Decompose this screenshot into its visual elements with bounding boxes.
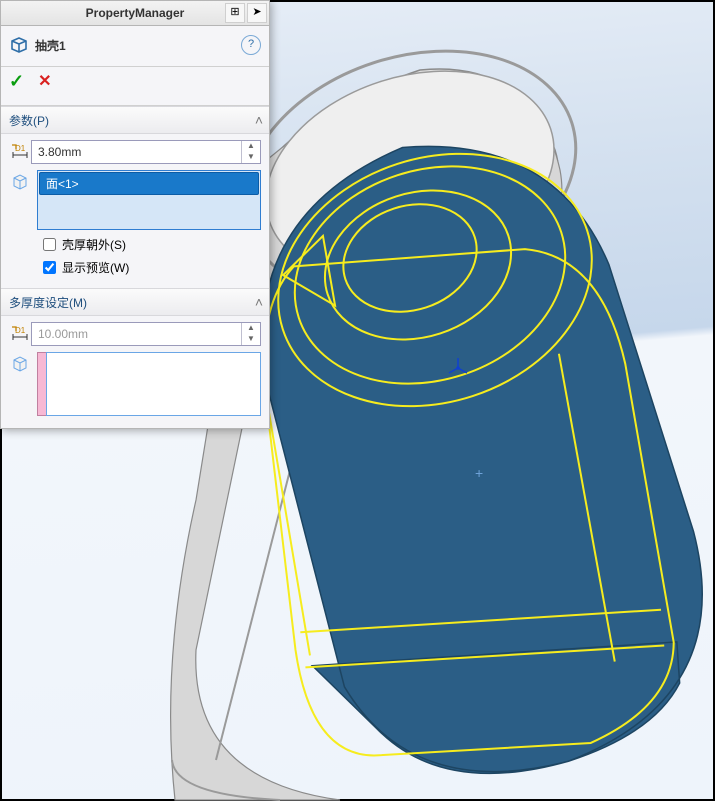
confirm-row: ✓ ✕	[1, 67, 269, 106]
spin-up-icon[interactable]: ▲	[242, 141, 260, 152]
cancel-button[interactable]: ✕	[38, 71, 51, 97]
help-button[interactable]: ?	[241, 35, 261, 55]
faces-remove-list[interactable]: 面<1>	[37, 170, 261, 230]
section-header-multi[interactable]: 多厚度设定(M) ˄	[1, 288, 269, 316]
feature-header: 抽壳1 ?	[1, 26, 269, 67]
section-body-multi: D1 10.00mm ▲ ▼	[1, 316, 269, 428]
spin-down-icon[interactable]: ▼	[242, 334, 260, 345]
thickness-input[interactable]: 3.80mm ▲ ▼	[31, 140, 261, 164]
thickness-value: 3.80mm	[38, 145, 81, 159]
point-marker: +	[475, 465, 483, 481]
pin-icon[interactable]: ➤	[247, 3, 267, 23]
show-preview-label: 显示预览(W)	[62, 259, 129, 276]
chevron-up-icon[interactable]: ˄	[255, 112, 263, 128]
multi-thickness-input[interactable]: 10.00mm ▲ ▼	[31, 322, 261, 346]
show-preview-checkbox[interactable]	[43, 261, 56, 274]
shell-outward-checkbox[interactable]	[43, 238, 56, 251]
chevron-up-icon[interactable]: ˄	[255, 294, 263, 310]
list-item[interactable]: 面<1>	[39, 172, 259, 195]
panel-header: PropertyManager ⊞ ➤	[1, 1, 269, 26]
feature-name: 抽壳1	[35, 37, 66, 54]
section-title-params: 参数(P)	[9, 112, 49, 129]
section-title-multi: 多厚度设定(M)	[9, 294, 87, 311]
multi-thickness-value: 10.00mm	[38, 327, 88, 341]
spin-up-icon[interactable]: ▲	[242, 323, 260, 334]
shell-icon	[9, 35, 29, 55]
flyout-icon[interactable]: ⊞	[225, 3, 245, 23]
multi-faces-list[interactable]	[46, 352, 261, 416]
section-header-params[interactable]: 参数(P) ˄	[1, 106, 269, 134]
property-manager-panel: PropertyManager ⊞ ➤ 抽壳1 ? ✓ ✕ 参数(P) ˄ D1	[0, 0, 270, 429]
multi-thickness-dim-icon: D1	[9, 323, 31, 345]
multi-faces-marker	[37, 352, 46, 416]
thickness-dim-icon: D1	[9, 141, 31, 163]
shell-outward-label: 壳厚朝外(S)	[62, 236, 126, 253]
spin-down-icon[interactable]: ▼	[242, 152, 260, 163]
ok-button[interactable]: ✓	[9, 71, 24, 97]
panel-title: PropertyManager	[86, 6, 185, 20]
multi-faces-icon	[9, 352, 31, 374]
section-body-params: D1 3.80mm ▲ ▼ 面	[1, 134, 269, 288]
faces-remove-icon	[9, 170, 31, 192]
